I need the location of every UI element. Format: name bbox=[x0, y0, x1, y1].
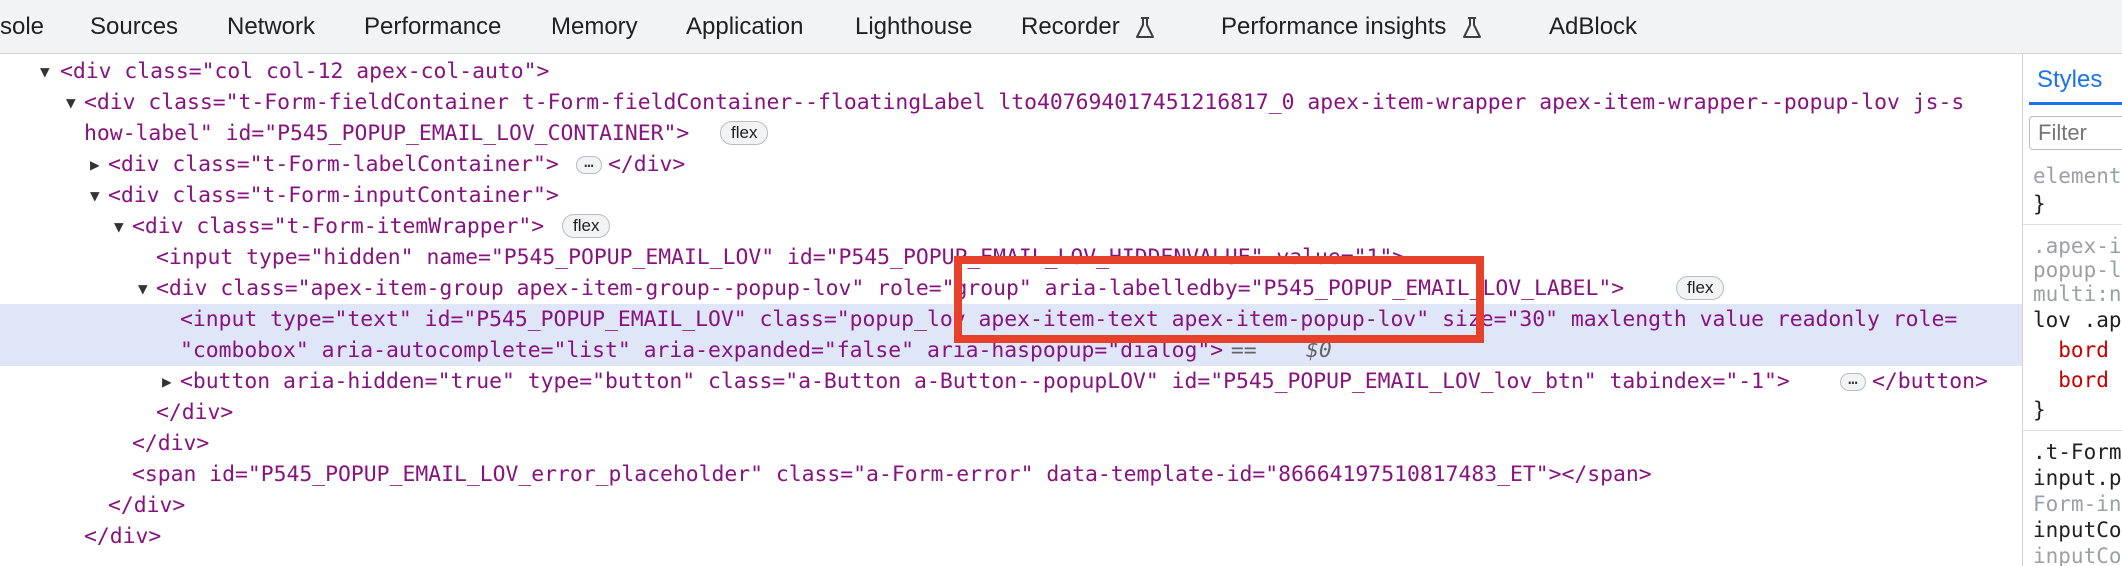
style-line: multi:n bbox=[2033, 282, 2122, 306]
collapse-arrow-icon[interactable]: ▼ bbox=[138, 273, 148, 304]
collapse-arrow-icon[interactable]: ▼ bbox=[114, 211, 124, 242]
dom-node-error-placeholder[interactable]: <span id="P545_POPUP_EMAIL_LOV_error_pla… bbox=[0, 459, 2022, 490]
dom-node-field-container[interactable]: ▼ <div class="t-Form-fieldContainer t-Fo… bbox=[0, 87, 2022, 118]
dom-node-input-container[interactable]: ▼ <div class="t-Form-inputContainer"> bbox=[0, 180, 2022, 211]
tab-console[interactable]: sole bbox=[0, 0, 44, 53]
rule-divider bbox=[2023, 430, 2122, 431]
dom-close-item-wrapper: </div> bbox=[0, 428, 2022, 459]
tab-memory[interactable]: Memory bbox=[551, 0, 638, 53]
node-close-tag: </div> bbox=[608, 152, 686, 177]
dom-node-field-container-wrap: how-label" id="P545_POPUP_EMAIL_LOV_CONT… bbox=[0, 118, 2022, 149]
dom-node-label-container[interactable]: ▶ <div class="t-Form-labelContainer"> … … bbox=[0, 149, 2022, 180]
node-markup: <div class="col col-12 apex-col-auto"> bbox=[60, 59, 550, 84]
styles-filter-input[interactable] bbox=[2029, 116, 2122, 150]
collapse-arrow-icon[interactable]: ▼ bbox=[40, 56, 50, 87]
dom-node-item-group[interactable]: ▼ <div class="apex-item-group apex-item-… bbox=[0, 273, 2022, 304]
tab-styles-underline bbox=[2029, 102, 2122, 105]
style-line: inputCo bbox=[2033, 544, 2122, 566]
dom-node-hidden-input[interactable]: <input type="hidden" name="P545_POPUP_EM… bbox=[0, 242, 2022, 273]
devtools-tab-bar: sole Sources Network Performance Memory … bbox=[0, 0, 2122, 54]
experiment-flask-icon bbox=[1136, 16, 1155, 38]
node-close-tag: </div> bbox=[132, 431, 210, 456]
tab-performance[interactable]: Performance bbox=[364, 0, 501, 53]
tab-styles[interactable]: Styles bbox=[2037, 66, 2102, 94]
tab-recorder-label: Recorder bbox=[1021, 13, 1120, 40]
experiment-flask-icon bbox=[1463, 16, 1482, 38]
style-line: } bbox=[2033, 398, 2046, 422]
style-line: lov .ap bbox=[2033, 308, 2122, 332]
rule-divider bbox=[2023, 224, 2122, 225]
tab-lighthouse[interactable]: Lighthouse bbox=[855, 0, 972, 53]
style-line: } bbox=[2033, 192, 2046, 216]
collapsed-children-ellipsis[interactable]: … bbox=[576, 149, 602, 180]
style-line: .t-Form bbox=[2033, 440, 2122, 464]
dom-node-item-wrapper[interactable]: ▼ <div class="t-Form-itemWrapper"> flex bbox=[0, 211, 2022, 242]
node-markup-continued: "combobox" aria-autocomplete="list" aria… bbox=[180, 338, 1224, 363]
node-close-tag: </div> bbox=[156, 400, 234, 425]
tab-adblock[interactable]: AdBlock bbox=[1549, 0, 1637, 53]
node-close-tag: </div> bbox=[84, 524, 162, 549]
ellipsis-icon: … bbox=[576, 154, 602, 174]
collapse-arrow-icon[interactable]: ▼ bbox=[66, 87, 76, 118]
node-markup: <div class="t-Form-fieldContainer t-Form… bbox=[84, 90, 1965, 115]
node-markup: <div class="t-Form-labelContainer"> bbox=[108, 152, 559, 177]
style-line: Form-in bbox=[2033, 492, 2122, 516]
tab-network[interactable]: Network bbox=[227, 0, 315, 53]
tab-application[interactable]: Application bbox=[686, 0, 803, 53]
flex-badge[interactable]: flex bbox=[1676, 276, 1725, 300]
node-markup-continued: how-label" id="P545_POPUP_EMAIL_LOV_CONT… bbox=[84, 121, 690, 146]
elements-dom-tree: ▼ <div class="col col-12 apex-col-auto">… bbox=[0, 54, 2022, 566]
selected-node-equals: == bbox=[1218, 338, 1270, 363]
dom-node-lov-button[interactable]: ▶ <button aria-hidden="true" type="butto… bbox=[0, 366, 2022, 397]
expand-arrow-icon[interactable]: ▶ bbox=[162, 366, 172, 397]
ellipsis-icon: … bbox=[1840, 371, 1866, 391]
expand-arrow-icon[interactable]: ▶ bbox=[90, 149, 100, 180]
style-property[interactable]: bord bbox=[2033, 336, 2109, 364]
styles-pane: Styles element } .apex-i popup-l multi:n… bbox=[2022, 54, 2122, 566]
node-markup: <span id="P545_POPUP_EMAIL_LOV_error_pla… bbox=[132, 462, 1652, 487]
tab-sources[interactable]: Sources bbox=[90, 0, 178, 53]
node-markup: <input type="text" id="P545_POPUP_EMAIL_… bbox=[180, 307, 1958, 332]
style-line: input.p bbox=[2033, 466, 2122, 490]
dom-node-selected-input[interactable]: <input type="text" id="P545_POPUP_EMAIL_… bbox=[0, 304, 2022, 335]
collapsed-children-ellipsis[interactable]: … bbox=[1840, 366, 1866, 397]
style-line: element bbox=[2033, 164, 2122, 188]
dom-node-selected-input-wrap[interactable]: "combobox" aria-autocomplete="list" aria… bbox=[0, 335, 2022, 366]
node-markup: <button aria-hidden="true" type="button"… bbox=[180, 369, 1790, 394]
style-line: inputCo bbox=[2033, 518, 2122, 542]
node-markup: <div class="t-Form-itemWrapper"> bbox=[132, 214, 545, 239]
dom-close-field-container: </div> bbox=[0, 521, 2022, 552]
flex-badge[interactable]: flex bbox=[562, 214, 611, 238]
node-markup: <input type="hidden" name="P545_POPUP_EM… bbox=[156, 245, 1406, 270]
node-markup: <div class="t-Form-inputContainer"> bbox=[108, 183, 559, 208]
style-property[interactable]: bord bbox=[2033, 366, 2109, 394]
node-close-tag: </button> bbox=[1872, 369, 1988, 394]
flex-badge[interactable]: flex bbox=[720, 121, 769, 145]
node-markup: <div class="apex-item-group apex-item-gr… bbox=[156, 276, 1625, 301]
dom-close-input-container: </div> bbox=[0, 490, 2022, 521]
node-close-tag: </div> bbox=[108, 493, 186, 518]
dom-close-item-group: </div> bbox=[0, 397, 2022, 428]
collapse-arrow-icon[interactable]: ▼ bbox=[90, 180, 100, 211]
selected-node-reference: $0 bbox=[1306, 338, 1332, 363]
tab-performance-insights-label: Performance insights bbox=[1221, 13, 1447, 40]
dom-node-col-div[interactable]: ▼ <div class="col col-12 apex-col-auto"> bbox=[0, 56, 2022, 87]
tab-recorder[interactable]: Recorder bbox=[1021, 0, 1156, 53]
tab-performance-insights[interactable]: Performance insights bbox=[1221, 0, 1483, 53]
